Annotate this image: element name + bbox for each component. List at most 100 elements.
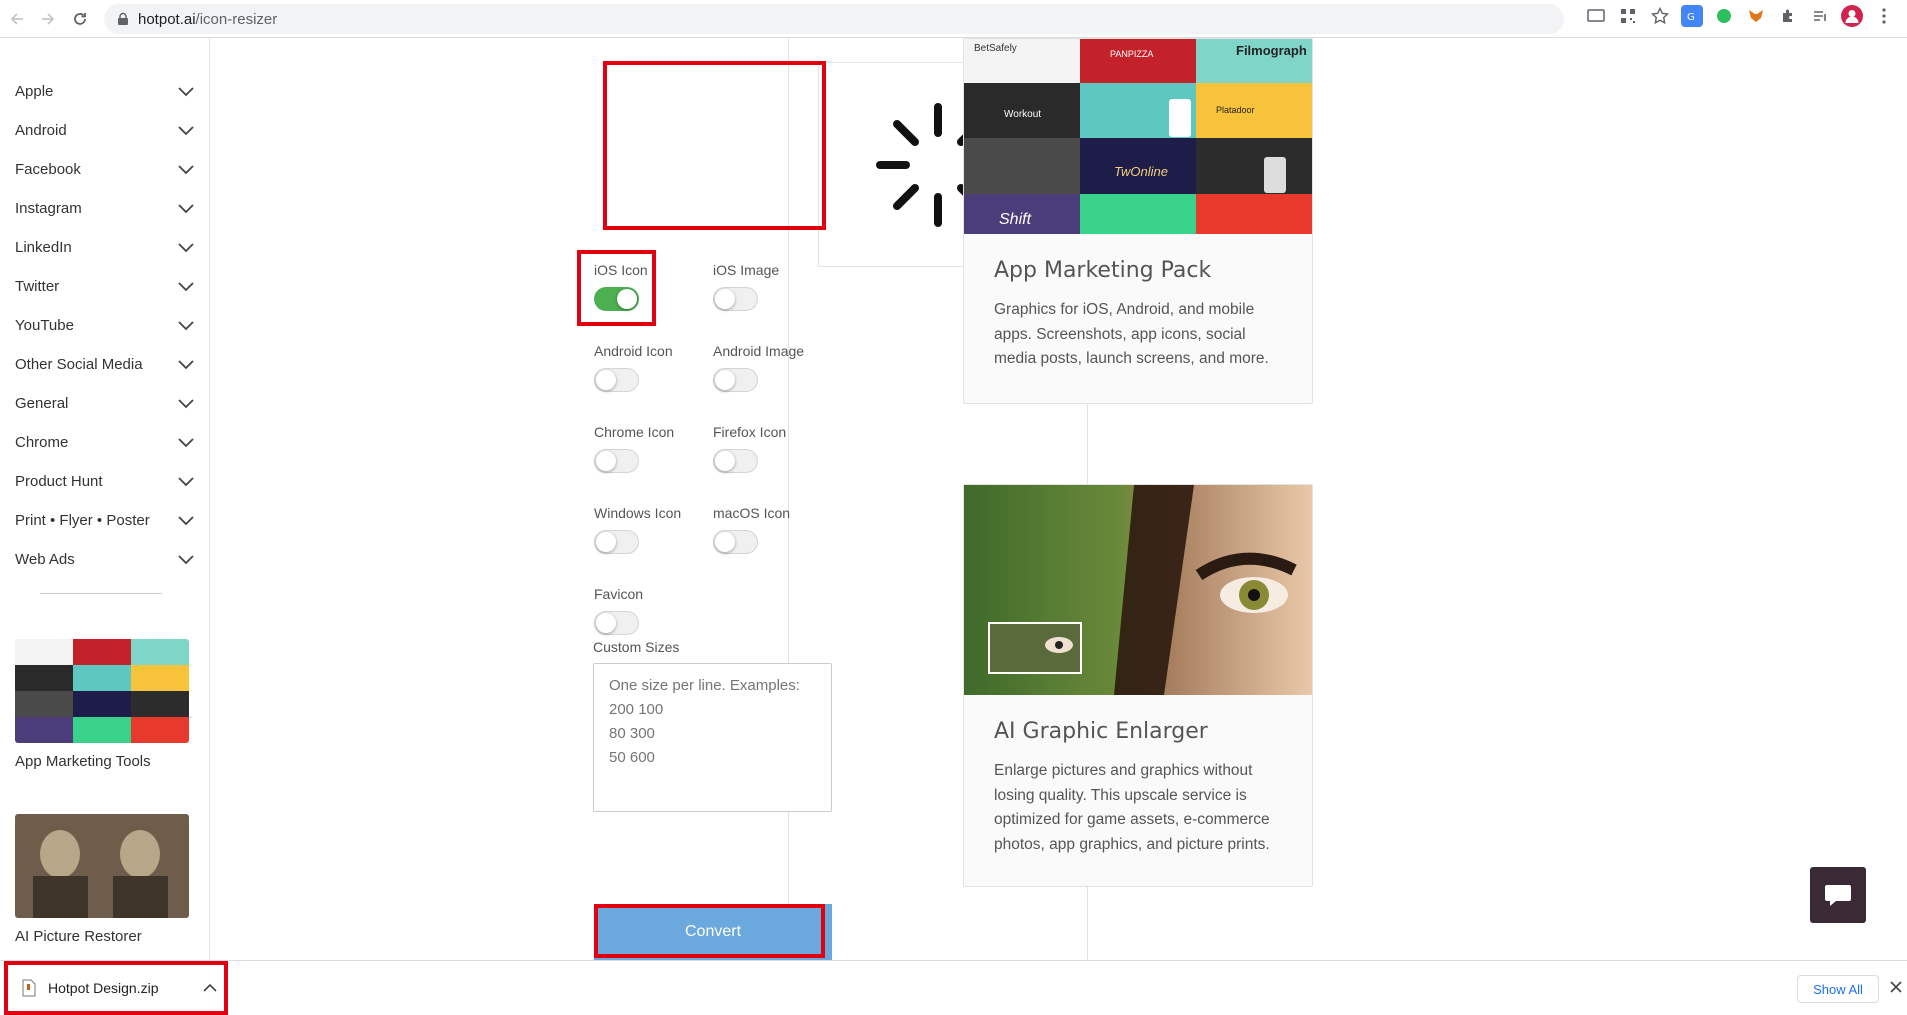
zip-file-icon bbox=[22, 979, 36, 997]
sidebar-item-twitter[interactable]: Twitter bbox=[0, 267, 209, 306]
toggle-firefox-icon[interactable] bbox=[713, 449, 758, 473]
sidebar-item-label: LinkedIn bbox=[15, 239, 72, 256]
ai-graphic-enlarger-image bbox=[964, 485, 1312, 695]
sidebar-item-other-social-media[interactable]: Other Social Media bbox=[0, 345, 209, 384]
chevron-down-icon bbox=[178, 398, 194, 408]
chevron-down-icon bbox=[178, 554, 194, 564]
chevron-down-icon bbox=[178, 320, 194, 330]
toggle-ios-icon[interactable] bbox=[594, 287, 639, 311]
bookmark-star-icon[interactable] bbox=[1649, 5, 1671, 27]
thumb-text: BetSafely bbox=[974, 43, 1017, 54]
toggle-knob bbox=[715, 532, 735, 552]
card-app-marketing-pack[interactable]: BetSafely PANPIZZA Filmograph Workout Pl… bbox=[963, 38, 1313, 404]
sidebar-item-label: Print • Flyer • Poster bbox=[15, 512, 150, 529]
sidebar-item-label: YouTube bbox=[15, 317, 74, 334]
forward-icon[interactable] bbox=[33, 4, 63, 34]
url-path: /icon-resizer bbox=[195, 10, 278, 28]
thumb-text: Platadoor bbox=[1216, 105, 1255, 115]
toggle-label-ios-icon: iOS Icon bbox=[594, 262, 648, 278]
toggle-knob bbox=[715, 370, 735, 390]
reading-list-icon[interactable] bbox=[1809, 5, 1831, 27]
address-bar[interactable]: hotpot.ai/icon-resizer bbox=[104, 4, 1564, 34]
puzzle-extensions-icon[interactable] bbox=[1777, 5, 1799, 27]
url-host: hotpot.ai bbox=[138, 10, 196, 28]
chevron-down-icon bbox=[178, 203, 194, 213]
sidebar-item-apple[interactable]: Apple bbox=[0, 72, 209, 111]
sidebar-item-label: Chrome bbox=[15, 434, 69, 451]
thumb-text: Shift bbox=[999, 211, 1032, 228]
toggle-macos-icon[interactable] bbox=[713, 530, 758, 554]
sidebar-item-label: Other Social Media bbox=[15, 356, 143, 373]
chevron-up-icon[interactable] bbox=[203, 983, 217, 993]
metamask-fox-icon[interactable] bbox=[1745, 5, 1767, 27]
custom-sizes-input[interactable] bbox=[593, 663, 832, 812]
thumb-text: Workout bbox=[1004, 109, 1042, 120]
toggle-android-image[interactable] bbox=[713, 368, 758, 392]
toggle-android-icon[interactable] bbox=[594, 368, 639, 392]
sidebar-item-android[interactable]: Android bbox=[0, 111, 209, 150]
picture-restorer-thumbnail bbox=[15, 814, 189, 918]
toggle-knob bbox=[596, 451, 616, 471]
toggle-label-firefox-icon: Firefox Icon bbox=[713, 424, 787, 440]
sidebar-item-web-ads[interactable]: Web Ads bbox=[0, 540, 209, 579]
cast-icon[interactable] bbox=[1585, 5, 1607, 27]
sidebar-item-label: Product Hunt bbox=[15, 473, 103, 490]
sidebar-divider bbox=[40, 593, 162, 594]
more-menu-icon[interactable] bbox=[1873, 5, 1895, 27]
reload-icon[interactable] bbox=[65, 4, 95, 34]
sidebar-item-general[interactable]: General bbox=[0, 384, 209, 423]
translate-extension-icon[interactable]: G bbox=[1681, 5, 1703, 27]
toggle-ios-image[interactable] bbox=[713, 287, 758, 311]
evernote-extension-icon[interactable] bbox=[1713, 5, 1735, 27]
back-icon[interactable] bbox=[2, 4, 32, 34]
sidebar-item-instagram[interactable]: Instagram bbox=[0, 189, 209, 228]
app-marketing-thumbnail bbox=[15, 639, 189, 743]
sidebar-item-facebook[interactable]: Facebook bbox=[0, 150, 209, 189]
toggle-label-favicon: Favicon bbox=[594, 586, 644, 602]
toggle-label-android-icon: Android Icon bbox=[594, 343, 673, 359]
card-description: Graphics for iOS, Android, and mobile ap… bbox=[994, 301, 1269, 367]
sidebar-card-ai-picture-restorer[interactable]: AI Picture Restorer bbox=[15, 814, 189, 945]
convert-button[interactable]: Convert bbox=[594, 904, 832, 960]
sidebar-card-app-marketing-tools[interactable]: App Marketing Tools bbox=[15, 639, 189, 770]
toggle-label-windows-icon: Windows Icon bbox=[594, 505, 682, 521]
toggle-knob bbox=[596, 613, 616, 633]
card-title: App Marketing Pack bbox=[994, 258, 1212, 283]
toggle-favicon[interactable] bbox=[594, 611, 639, 635]
toggle-label-chrome-icon: Chrome Icon bbox=[594, 424, 675, 440]
svg-text:G: G bbox=[1687, 12, 1695, 23]
sidebar-item-label: Twitter bbox=[15, 278, 60, 295]
app-marketing-pack-image: BetSafely PANPIZZA Filmograph Workout Pl… bbox=[964, 39, 1312, 234]
thumb-text: TwOnline bbox=[1114, 164, 1168, 179]
chevron-down-icon bbox=[178, 359, 194, 369]
show-all-button[interactable]: Show All bbox=[1797, 975, 1879, 1003]
toggle-knob bbox=[617, 289, 637, 309]
sidebar-item-product-hunt[interactable]: Product Hunt bbox=[0, 462, 209, 501]
toggle-label-macos-icon: macOS Icon bbox=[713, 505, 791, 521]
download-file-name: Hotpot Design.zip bbox=[48, 980, 159, 996]
chat-widget-button[interactable] bbox=[1810, 867, 1866, 923]
chevron-down-icon bbox=[178, 125, 194, 135]
close-icon[interactable] bbox=[1888, 979, 1904, 995]
toggle-chrome-icon[interactable] bbox=[594, 449, 639, 473]
toggle-windows-icon[interactable] bbox=[594, 530, 639, 554]
sidebar-item-chrome[interactable]: Chrome bbox=[0, 423, 209, 462]
chevron-down-icon bbox=[178, 476, 194, 486]
card-title: AI Graphic Enlarger bbox=[994, 719, 1208, 744]
download-item[interactable]: Hotpot Design.zip bbox=[10, 971, 225, 1005]
sidebar-item-label: Instagram bbox=[15, 200, 82, 217]
sidebar-item-label: General bbox=[15, 395, 69, 412]
sidebar-item-linkedin[interactable]: LinkedIn bbox=[0, 228, 209, 267]
toggle-knob bbox=[596, 370, 616, 390]
toggle-knob bbox=[715, 451, 735, 471]
card-description: Enlarge pictures and graphics without lo… bbox=[994, 762, 1270, 853]
chevron-down-icon bbox=[178, 164, 194, 174]
chevron-down-icon bbox=[178, 86, 194, 96]
sidebar-item-label: Apple bbox=[15, 83, 54, 100]
qr-code-icon[interactable] bbox=[1617, 5, 1639, 27]
sidebar-item-youtube[interactable]: YouTube bbox=[0, 306, 209, 345]
profile-avatar-icon[interactable] bbox=[1841, 5, 1863, 27]
card-ai-graphic-enlarger[interactable]: AI Graphic Enlarger Enlarge pictures and… bbox=[963, 484, 1313, 887]
toggle-label-android-image: Android Image bbox=[713, 343, 805, 359]
sidebar-item-print-flyer-poster[interactable]: Print • Flyer • Poster bbox=[0, 501, 209, 540]
